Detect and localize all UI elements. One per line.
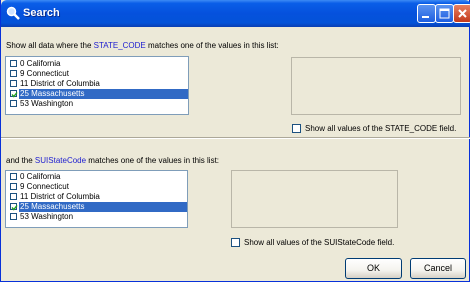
item-label: 11 District of Columbia: [20, 192, 100, 201]
checkmark-icon: [11, 92, 18, 98]
item-checkbox[interactable]: [10, 60, 17, 67]
item-checkbox[interactable]: [10, 203, 18, 211]
item-label: 0 California: [20, 172, 61, 181]
item-label: 53 Washington: [20, 99, 74, 108]
section2-prompt: and the SUIStateCode matches one of the …: [6, 156, 219, 165]
item-checkbox[interactable]: [10, 183, 17, 190]
cancel-button[interactable]: Cancel: [410, 258, 466, 279]
item-label: 11 District of Columbia: [20, 79, 100, 88]
item-checkbox[interactable]: [10, 173, 17, 180]
item-label: 9 Connecticut: [20, 69, 69, 78]
title-bar[interactable]: Search: [1, 0, 470, 27]
close-button[interactable]: [453, 4, 470, 23]
item-checkbox[interactable]: [10, 100, 17, 107]
section2-show-all-label: Show all values of the SUIStateCode fiel…: [244, 238, 395, 247]
maximize-button[interactable]: [435, 4, 454, 23]
list-item[interactable]: 25 Massachusetts: [6, 89, 188, 99]
maximize-icon: [439, 8, 450, 19]
section1-prompt-prefix: Show all data where the: [6, 41, 94, 50]
list-item[interactable]: 11 District of Columbia: [6, 79, 188, 89]
item-label: 25 Massachusetts: [19, 89, 188, 99]
item-label: 9 Connecticut: [20, 182, 69, 191]
item-checkbox[interactable]: [10, 213, 17, 220]
list-item[interactable]: 25 Massachusetts: [6, 202, 187, 212]
section1-show-all-label: Show all values of the STATE_CODE field.: [305, 124, 457, 133]
list-item[interactable]: 9 Connecticut: [6, 69, 188, 79]
item-checkbox[interactable]: [10, 90, 18, 98]
close-icon: [458, 9, 467, 18]
window-title: Search: [23, 7, 60, 19]
section2-show-all-checkbox[interactable]: [231, 238, 240, 247]
item-checkbox[interactable]: [10, 193, 17, 200]
section2-prompt-suffix: matches one of the values in this list:: [86, 156, 220, 165]
list-item[interactable]: 11 District of Columbia: [6, 192, 187, 202]
magnifier-icon: [6, 6, 20, 20]
section-divider: [1, 137, 470, 139]
section1-prompt-suffix: matches one of the values in this list:: [145, 41, 279, 50]
item-label: 25 Massachusetts: [19, 202, 187, 212]
section1-preview-panel: [291, 57, 461, 115]
section2-prompt-prefix: and the: [6, 156, 35, 165]
minimize-icon: [422, 16, 429, 18]
section1-field-name: STATE_CODE: [93, 41, 146, 50]
section1-show-all-checkbox[interactable]: [292, 124, 301, 133]
search-dialog: Search Show all data where the STATE_COD…: [0, 0, 470, 282]
section2-preview-panel: [231, 170, 398, 228]
ok-button[interactable]: OK: [345, 258, 402, 279]
list-item[interactable]: 53 Washington: [6, 212, 187, 222]
list-item[interactable]: 9 Connecticut: [6, 182, 187, 192]
section1-prompt: Show all data where the STATE_CODE match…: [6, 41, 279, 50]
list-item[interactable]: 0 California: [6, 59, 188, 69]
minimize-button[interactable]: [417, 4, 436, 23]
section1-value-list[interactable]: 0 California 9 Connecticut 11 District o…: [5, 56, 189, 115]
list-item[interactable]: 0 California: [6, 172, 187, 182]
section2-field-name: SUIStateCode: [34, 156, 87, 165]
checkmark-icon: [11, 205, 18, 211]
item-label: 0 California: [20, 59, 61, 68]
item-checkbox[interactable]: [10, 80, 17, 87]
item-label: 53 Washington: [20, 212, 74, 221]
list-item[interactable]: 53 Washington: [6, 99, 188, 109]
item-checkbox[interactable]: [10, 70, 17, 77]
section2-value-list[interactable]: 0 California 9 Connecticut 11 District o…: [5, 170, 188, 228]
